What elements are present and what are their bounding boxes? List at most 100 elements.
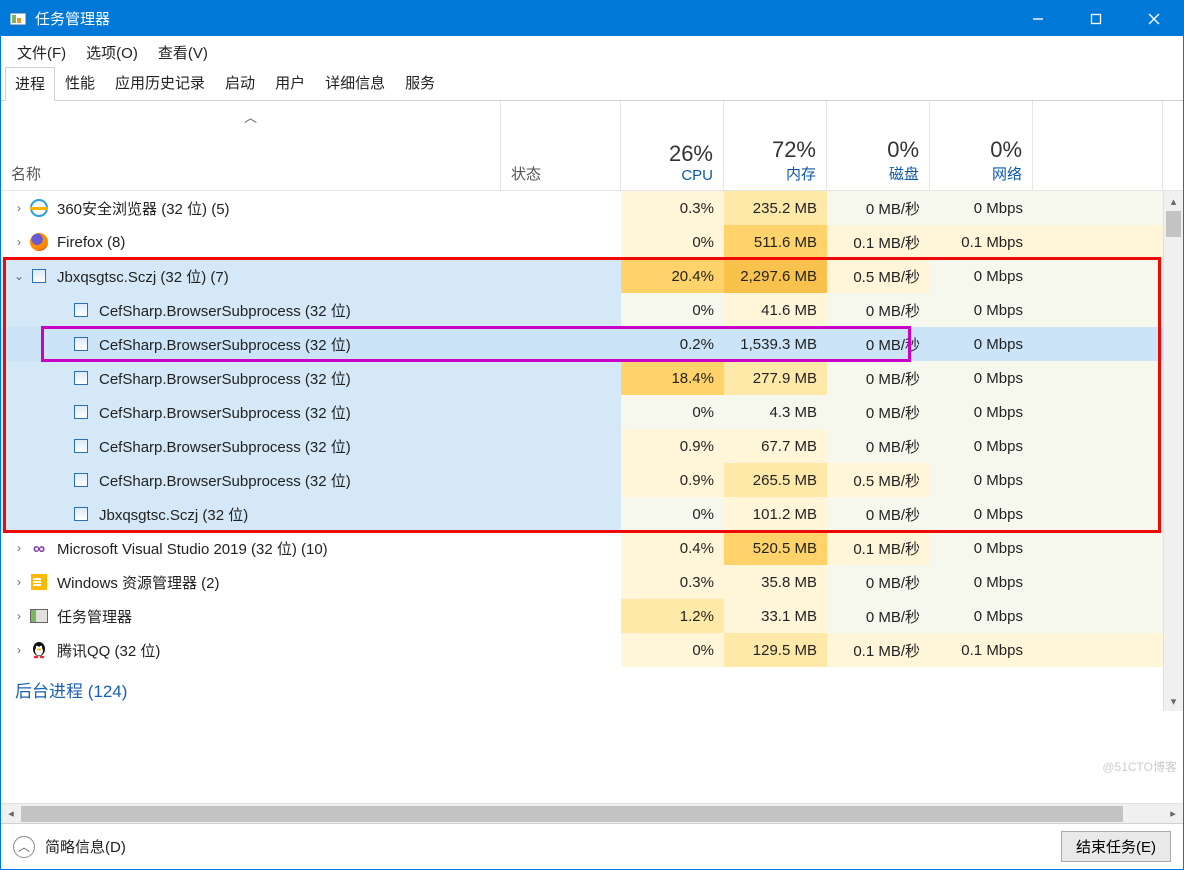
fewer-details-icon[interactable]: ︿ — [13, 836, 35, 858]
cpu-value: 18.4% — [621, 361, 724, 395]
col-disk[interactable]: 0%磁盘 — [827, 101, 930, 190]
network-value: 0 Mbps — [930, 293, 1033, 327]
process-row[interactable]: ›∞Microsoft Visual Studio 2019 (32 位) (1… — [1, 531, 1183, 565]
cpu-value: 20.4% — [621, 259, 724, 293]
table-header: ︿ 名称 状态 26%CPU 72%内存 0%磁盘 0%网络 — [1, 101, 1183, 191]
generic-process-icon — [74, 507, 88, 521]
scroll-left-icon[interactable]: ◂ — [1, 804, 21, 824]
col-memory[interactable]: 72%内存 — [724, 101, 827, 190]
col-disk-label: 磁盘 — [889, 163, 919, 184]
table-body: ›360安全浏览器 (32 位) (5)0.3%235.2 MB0 MB/秒0 … — [1, 191, 1183, 711]
ie-icon — [30, 199, 48, 217]
cpu-value: 0.9% — [621, 429, 724, 463]
col-cpu-label: CPU — [681, 167, 713, 184]
cpu-value: 0% — [621, 395, 724, 429]
process-name: 任务管理器 — [57, 606, 132, 627]
memory-value: 35.8 MB — [724, 565, 827, 599]
memory-value: 511.6 MB — [724, 225, 827, 259]
process-child-row[interactable]: CefSharp.BrowserSubprocess (32 位)18.4%27… — [1, 361, 1183, 395]
process-name: Firefox (8) — [57, 234, 125, 251]
cpu-value: 1.2% — [621, 599, 724, 633]
process-row[interactable]: ›腾讯QQ (32 位)0%129.5 MB0.1 MB/秒0.1 Mbps — [1, 633, 1183, 667]
app-icon — [9, 10, 27, 28]
cpu-value: 0% — [621, 293, 724, 327]
hscroll-thumb[interactable] — [21, 806, 1123, 822]
cpu-value: 0.3% — [621, 565, 724, 599]
process-child-row[interactable]: Jbxqsgtsc.Sczj (32 位)0%101.2 MB0 MB/秒0 M… — [1, 497, 1183, 531]
generic-process-icon — [74, 337, 88, 351]
process-table: ︿ 名称 状态 26%CPU 72%内存 0%磁盘 0%网络 ›360安全浏览器… — [1, 101, 1183, 803]
maximize-button[interactable] — [1067, 1, 1125, 36]
process-row[interactable]: ›360安全浏览器 (32 位) (5)0.3%235.2 MB0 MB/秒0 … — [1, 191, 1183, 225]
process-row[interactable]: ›Windows 资源管理器 (2)0.3%35.8 MB0 MB/秒0 Mbp… — [1, 565, 1183, 599]
cpu-value: 0.4% — [621, 531, 724, 565]
tab-details[interactable]: 详细信息 — [315, 66, 395, 100]
chevron-right-icon[interactable]: › — [9, 538, 29, 558]
disk-value: 0.1 MB/秒 — [827, 633, 930, 667]
disk-value: 0 MB/秒 — [827, 395, 930, 429]
scroll-down-icon[interactable]: ▾ — [1164, 691, 1183, 711]
chevron-right-icon[interactable]: › — [9, 606, 29, 626]
menu-view[interactable]: 查看(V) — [148, 38, 218, 67]
fewer-details-label[interactable]: 简略信息(D) — [45, 836, 126, 857]
process-child-row[interactable]: CefSharp.BrowserSubprocess (32 位) 0%4.3 M… — [1, 395, 1183, 429]
visual-studio-icon: ∞ — [30, 540, 48, 557]
memory-value: 235.2 MB — [724, 191, 827, 225]
col-net-label: 网络 — [992, 163, 1022, 184]
col-cpu[interactable]: 26%CPU — [621, 101, 724, 190]
horizontal-scrollbar[interactable]: ◂ ▸ — [1, 803, 1183, 823]
tab-app-history[interactable]: 应用历史记录 — [105, 66, 215, 100]
memory-value: 101.2 MB — [724, 497, 827, 531]
process-row[interactable]: ⌄Jbxqsgtsc.Sczj (32 位) (7)20.4%2,297.6 M… — [1, 259, 1183, 293]
tab-services[interactable]: 服务 — [395, 66, 445, 100]
process-name: CefSharp.BrowserSubprocess (32 位) — [99, 436, 351, 457]
vertical-scrollbar[interactable]: ▴ ▾ — [1163, 191, 1183, 711]
col-extra[interactable] — [1033, 101, 1163, 190]
tab-startup[interactable]: 启动 — [215, 66, 265, 100]
process-child-row[interactable]: CefSharp.BrowserSubprocess (32 位)0%41.6 … — [1, 293, 1183, 327]
tab-performance[interactable]: 性能 — [55, 66, 105, 100]
menu-file[interactable]: 文件(F) — [7, 38, 76, 67]
memory-value: 265.5 MB — [724, 463, 827, 497]
close-button[interactable] — [1125, 1, 1183, 36]
scroll-up-icon[interactable]: ▴ — [1164, 191, 1183, 211]
col-name[interactable]: ︿ 名称 — [1, 101, 501, 190]
end-task-button[interactable]: 结束任务(E) — [1061, 831, 1171, 862]
process-row[interactable]: ›Firefox (8)0%511.6 MB0.1 MB/秒0.1 Mbps — [1, 225, 1183, 259]
chevron-down-icon[interactable]: ⌄ — [9, 266, 29, 286]
network-value: 0 Mbps — [930, 531, 1033, 565]
memory-value: 67.7 MB — [724, 429, 827, 463]
chevron-right-icon[interactable]: › — [9, 572, 29, 592]
tab-users[interactable]: 用户 — [265, 66, 315, 100]
process-name: CefSharp.BrowserSubprocess (32 位) — [99, 402, 351, 423]
chevron-right-icon[interactable]: › — [9, 198, 29, 218]
network-value: 0 Mbps — [930, 395, 1033, 429]
disk-value: 0 MB/秒 — [827, 191, 930, 225]
process-name: CefSharp.BrowserSubprocess (32 位) — [99, 368, 351, 389]
window-title: 任务管理器 — [35, 8, 110, 29]
col-status[interactable]: 状态 — [501, 101, 621, 190]
category-header[interactable]: 后台进程 (124) — [1, 667, 1183, 711]
chevron-right-icon[interactable]: › — [9, 232, 29, 252]
generic-process-icon — [74, 303, 88, 317]
scroll-thumb[interactable] — [1166, 211, 1181, 237]
menubar: 文件(F) 选项(O) 查看(V) — [1, 36, 1183, 68]
menu-options[interactable]: 选项(O) — [76, 38, 148, 67]
disk-value: 0 MB/秒 — [827, 429, 930, 463]
memory-value: 4.3 MB — [724, 395, 827, 429]
process-child-row[interactable]: CefSharp.BrowserSubprocess (32 位)0.2%1,5… — [1, 327, 1183, 361]
network-value: 0 Mbps — [930, 361, 1033, 395]
scroll-right-icon[interactable]: ▸ — [1163, 804, 1183, 824]
tab-processes[interactable]: 进程 — [5, 67, 55, 101]
network-value: 0 Mbps — [930, 259, 1033, 293]
col-network[interactable]: 0%网络 — [930, 101, 1033, 190]
cpu-value: 0% — [621, 225, 724, 259]
chevron-right-icon[interactable]: › — [9, 640, 29, 660]
network-value: 0 Mbps — [930, 429, 1033, 463]
process-row[interactable]: ›任务管理器1.2%33.1 MB0 MB/秒0 Mbps — [1, 599, 1183, 633]
minimize-button[interactable] — [1009, 1, 1067, 36]
disk-value: 0.5 MB/秒 — [827, 259, 930, 293]
process-name: Jbxqsgtsc.Sczj (32 位) (7) — [57, 266, 229, 287]
process-child-row[interactable]: CefSharp.BrowserSubprocess (32 位)0.9%265… — [1, 463, 1183, 497]
process-child-row[interactable]: CefSharp.BrowserSubprocess (32 位) 0.9%67.… — [1, 429, 1183, 463]
